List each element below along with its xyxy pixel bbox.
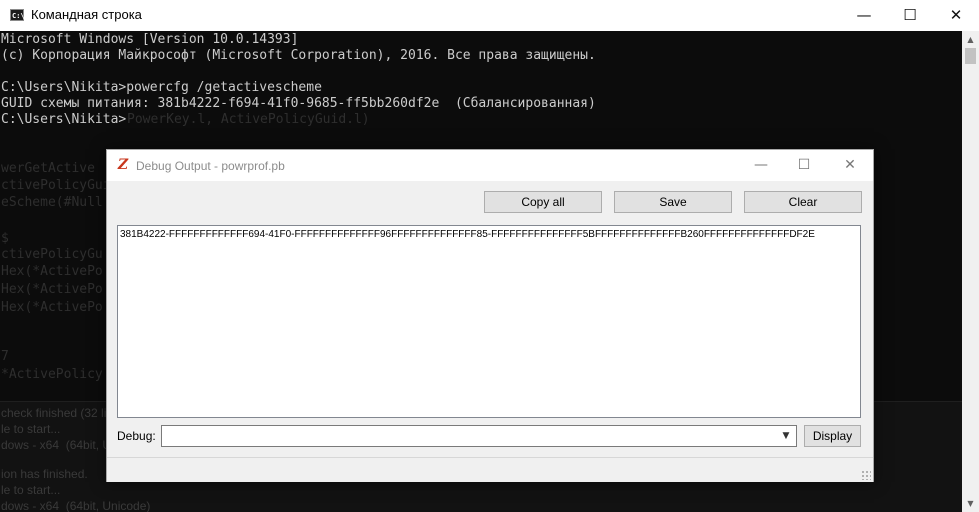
ghost-code-line: PowerKey.l, ActivePolicyGuid.l) bbox=[127, 112, 370, 127]
dialog-titlebar[interactable]: Z Debug Output - powrprof.pb — ☐ ✕ bbox=[107, 150, 873, 181]
cmd-maximize-button[interactable]: ☐ bbox=[887, 0, 933, 31]
console-line: C:\Users\Nikita>powercfg /getactiveschem… bbox=[1, 80, 322, 95]
ghost-code-line: Hex(*ActivePo bbox=[1, 264, 103, 279]
debug-output-dialog: Z Debug Output - powrprof.pb — ☐ ✕ Copy … bbox=[106, 149, 874, 482]
ghost-panel-line: ion has finished. bbox=[1, 467, 88, 481]
ghost-panel-line: check finished (32 li bbox=[1, 406, 107, 420]
purebasic-icon: Z bbox=[117, 157, 129, 173]
debug-output-list[interactable]: 381B4222-FFFFFFFFFFFFF694-41F0-FFFFFFFFF… bbox=[117, 225, 861, 418]
dialog-maximize-button[interactable]: ☐ bbox=[781, 150, 827, 180]
console-prompt: C:\Users\Nikita> bbox=[1, 112, 127, 127]
console-line: GUID схемы питания: 381b4222-f694-41f0-9… bbox=[1, 96, 596, 111]
display-button[interactable]: Display bbox=[804, 425, 861, 447]
dialog-status-bar bbox=[107, 457, 873, 482]
ghost-code-line: 7 bbox=[1, 349, 9, 364]
cmd-minimize-button[interactable]: — bbox=[841, 0, 887, 31]
ghost-code-line: $ bbox=[1, 231, 9, 246]
ghost-code-line: Hex(*ActivePo bbox=[1, 282, 103, 297]
dialog-minimize-button[interactable]: — bbox=[738, 150, 784, 180]
debug-output-line[interactable]: 381B4222-FFFFFFFFFFFFF694-41F0-FFFFFFFFF… bbox=[120, 228, 815, 242]
ghost-panel-line: le to start... bbox=[1, 422, 61, 436]
ghost-code-line: Hex(*ActivePo bbox=[1, 300, 103, 315]
ghost-panel-line: le to start... bbox=[1, 483, 61, 497]
ghost-code-line: *ActivePolicy bbox=[1, 367, 103, 382]
copy-all-button[interactable]: Copy all bbox=[484, 191, 602, 213]
cmd-app-icon[interactable]: C:\ bbox=[10, 9, 25, 21]
console-line: Microsoft Windows [Version 10.0.14393] bbox=[1, 32, 299, 47]
ghost-code-line: werGetActive bbox=[1, 161, 95, 176]
ghost-code-line: ctivePolicyGu bbox=[1, 247, 103, 262]
dialog-close-button[interactable]: ✕ bbox=[827, 150, 873, 180]
cmd-window-title: Командная строка bbox=[31, 7, 142, 22]
scroll-thumb[interactable] bbox=[965, 48, 976, 64]
ghost-code-line: ctivePolicyGui bbox=[1, 178, 111, 193]
cmd-titlebar[interactable]: C:\ Командная строка — ☐ ✕ bbox=[0, 0, 979, 32]
ghost-panel-line: dows - x64 (64bit, U bbox=[1, 438, 112, 452]
ghost-code-line: eScheme(#Null bbox=[1, 195, 103, 210]
debug-expression-combo[interactable]: ▼ bbox=[161, 425, 797, 447]
debug-label: Debug: bbox=[117, 429, 156, 443]
ghost-panel-line: dows - x64 (64bit, Unicode) bbox=[1, 499, 151, 512]
scroll-down-icon[interactable]: ▼ bbox=[962, 495, 979, 512]
dialog-title: Debug Output - powrprof.pb bbox=[136, 159, 285, 173]
resize-grip-icon[interactable] bbox=[861, 470, 871, 480]
scroll-up-icon[interactable]: ▲ bbox=[962, 31, 979, 48]
save-button[interactable]: Save bbox=[614, 191, 732, 213]
chevron-down-icon[interactable]: ▼ bbox=[779, 428, 793, 444]
console-scrollbar[interactable]: ▲ ▼ bbox=[962, 31, 979, 512]
cmd-close-button[interactable]: ✕ bbox=[933, 0, 979, 31]
clear-button[interactable]: Clear bbox=[744, 191, 862, 213]
console-line: (c) Корпорация Майкрософт (Microsoft Cor… bbox=[1, 48, 596, 63]
